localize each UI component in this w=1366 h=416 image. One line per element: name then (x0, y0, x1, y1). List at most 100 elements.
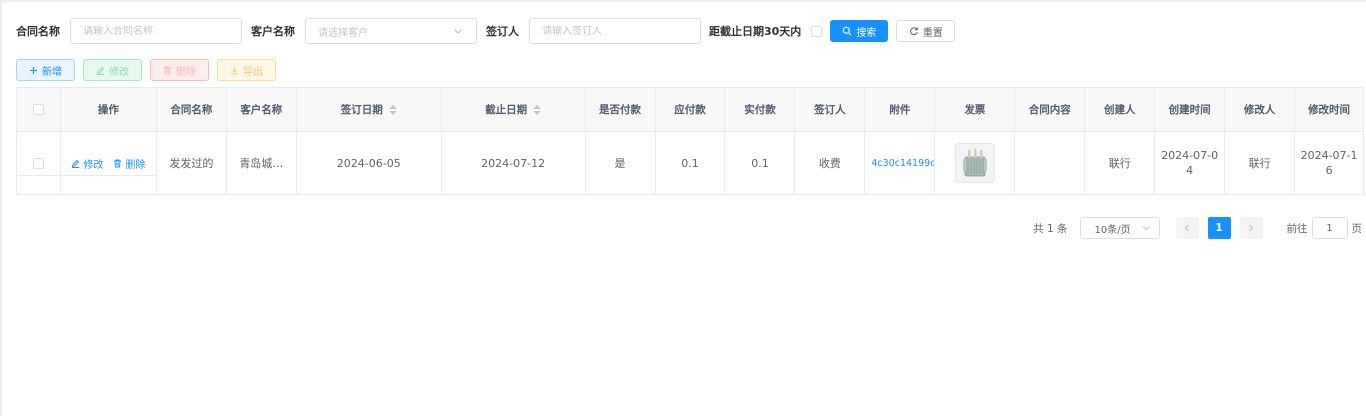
header-create-time: 创建时间 (1155, 88, 1226, 132)
goto-page-input[interactable]: 1 (1311, 217, 1348, 239)
cell-modify-time: 2024-07-16 (1295, 132, 1365, 195)
cell-attachment: 4c30c14199cf (865, 132, 936, 195)
header-sign-date[interactable]: 签订日期 (296, 88, 442, 132)
header-modify-time: 修改时间 (1295, 88, 1365, 132)
header-invoice: 发票 (935, 88, 1016, 132)
transformer-image-icon (962, 149, 987, 177)
download-icon (231, 66, 238, 74)
row-edit-link[interactable]: 修改 (71, 156, 103, 171)
cell-customer: 青岛城… (226, 132, 297, 195)
select-all-checkbox[interactable] (32, 104, 44, 115)
header-due: 应付款 (655, 88, 726, 132)
row-checkbox[interactable] (32, 157, 44, 169)
table-row[interactable]: 修改 删除 发发过的 青岛城… 2024-06-05 2024-07-12 是 … (17, 132, 1365, 195)
top-shadow (0, 0, 1366, 4)
toolbar: 新增 修改 删除 导出 (16, 59, 276, 81)
cell-customer-text: 青岛城… (239, 157, 284, 170)
pagination-total: 共 1 条 (1033, 222, 1068, 235)
add-button[interactable]: 新增 (16, 59, 75, 81)
contract-table: 操作 合同名称 客户名称 签订日期 截止日期 是否付款 应付款 实付款 签订人 … (16, 87, 1365, 195)
row-delete-label: 删除 (125, 159, 146, 171)
cell-contract-name: 发发过的 (156, 132, 227, 195)
page-number-active[interactable]: 1 (1207, 217, 1231, 239)
deadline-checkbox[interactable] (811, 25, 823, 37)
cell-modify-time-text: 2024-07-16 (1300, 149, 1358, 177)
page-size-select[interactable]: 10条/页 (1079, 217, 1160, 239)
header-content: 合同内容 (1015, 88, 1086, 132)
cell-modifier: 联行 (1225, 132, 1296, 195)
left-edge (0, 0, 2, 416)
refresh-icon (909, 27, 918, 36)
search-form: 合同名称 客户名称 请选择客户 签订人 距截止日期30天内 搜索 重置 (16, 18, 956, 44)
next-page-button[interactable] (1239, 217, 1263, 239)
cell-paid: 是 (585, 132, 656, 195)
reset-button-label: 重置 (922, 27, 943, 39)
cell-create-time: 2024-07-04 (1155, 132, 1226, 195)
export-button-label: 导出 (243, 66, 263, 78)
edit-icon (72, 159, 80, 168)
edit-button[interactable]: 修改 (83, 59, 142, 81)
header-actual: 实付款 (725, 88, 796, 132)
header-contract-name: 合同名称 (156, 88, 227, 132)
header-deadline-label: 截止日期 (485, 104, 528, 116)
reset-button[interactable]: 重置 (896, 20, 956, 42)
row-edit-label: 修改 (83, 159, 104, 171)
header-sign-date-label: 签订日期 (340, 104, 383, 116)
search-button-label: 搜索 (856, 27, 877, 39)
header-customer: 客户名称 (226, 88, 297, 132)
sort-icon[interactable] (533, 104, 542, 115)
cell-content (1015, 132, 1086, 195)
cell-deadline: 2024-07-12 (441, 132, 586, 195)
signer-field[interactable] (529, 18, 701, 44)
row-delete-link[interactable]: 删除 (113, 156, 145, 171)
customer-select-placeholder: 请选择客户 (318, 27, 368, 39)
fixed-column-divider (17, 175, 157, 194)
contract-name-label: 合同名称 (16, 25, 60, 38)
contract-name-field[interactable] (70, 18, 242, 44)
prev-page-button[interactable] (1175, 217, 1199, 239)
cell-signer: 收费 (795, 132, 866, 195)
header-deadline[interactable]: 截止日期 (441, 88, 586, 132)
cell-create-time-text: 2024-07-04 (1161, 149, 1219, 177)
header-creator: 创建人 (1085, 88, 1156, 132)
edit-button-label: 修改 (109, 66, 129, 78)
cell-creator: 联行 (1085, 132, 1156, 195)
add-button-label: 新增 (42, 66, 62, 78)
cell-actual: 0.1 (725, 132, 796, 195)
header-signer: 签订人 (795, 88, 866, 132)
header-select-cell (17, 88, 61, 132)
cell-due: 0.1 (655, 132, 726, 195)
header-modifier: 修改人 (1225, 88, 1296, 132)
pagination: 共 1 条 10条/页 1 前往 1 页 (1033, 217, 1362, 239)
table-header: 操作 合同名称 客户名称 签订日期 截止日期 是否付款 应付款 实付款 签订人 … (17, 88, 1365, 132)
cell-sign-date: 2024-06-05 (296, 132, 442, 195)
chevron-left-icon (1184, 224, 1189, 232)
trash-icon (114, 159, 122, 167)
header-attachment: 附件 (865, 88, 936, 132)
search-button[interactable]: 搜索 (830, 20, 889, 42)
chevron-right-icon (1249, 224, 1254, 232)
signer-input[interactable] (542, 25, 688, 37)
attachment-link[interactable]: 4c30c14199cf (871, 158, 934, 169)
chevron-down-icon (1142, 226, 1149, 231)
goto-label: 前往 (1286, 222, 1308, 235)
trash-icon (164, 66, 171, 74)
chevron-down-icon (454, 29, 462, 34)
fixed-column-line (60, 175, 61, 194)
search-icon (843, 26, 852, 36)
page-size-value: 10条/页 (1094, 224, 1131, 236)
cell-invoice (935, 132, 1016, 195)
customer-label: 客户名称 (251, 25, 295, 38)
delete-button[interactable]: 删除 (150, 59, 209, 81)
plus-icon (30, 66, 37, 74)
invoice-thumbnail[interactable] (954, 143, 995, 183)
customer-select[interactable]: 请选择客户 (305, 18, 477, 44)
contract-name-input[interactable] (83, 25, 229, 37)
delete-button-label: 删除 (176, 66, 196, 78)
export-button[interactable]: 导出 (217, 59, 276, 81)
signer-label: 签订人 (486, 25, 519, 38)
header-paid: 是否付款 (585, 88, 656, 132)
edit-icon (96, 66, 105, 75)
sort-icon[interactable] (388, 104, 397, 115)
goto-suffix: 页 (1351, 222, 1363, 235)
